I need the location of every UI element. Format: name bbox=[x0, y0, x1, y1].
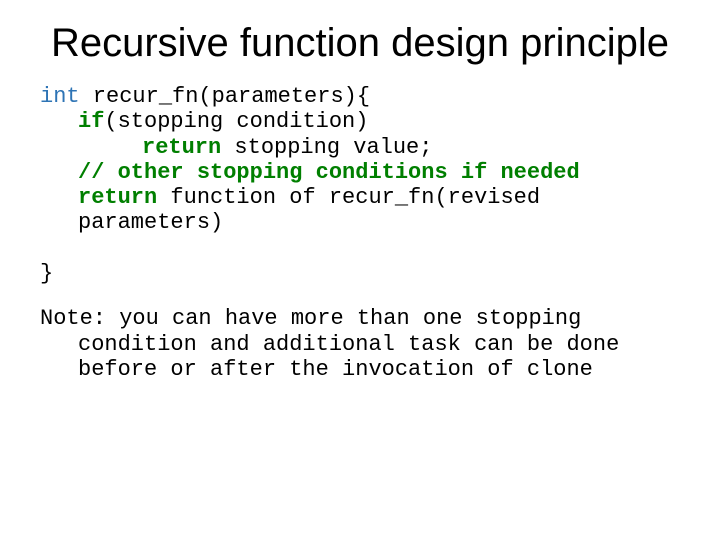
comment-text: // other stopping conditions if needed bbox=[78, 160, 580, 185]
keyword-return: return bbox=[142, 135, 221, 160]
code-block: int recur_fn(parameters){ if(stopping co… bbox=[40, 84, 680, 286]
keyword-return: return bbox=[78, 185, 157, 210]
code-text: recur_fn(parameters){ bbox=[80, 84, 370, 109]
note-block: Note: you can have more than one stoppin… bbox=[40, 306, 680, 382]
note-line: condition and additional task can be don… bbox=[40, 332, 680, 357]
keyword-if: if bbox=[78, 109, 104, 134]
code-text: function of recur_fn(revised bbox=[157, 185, 540, 210]
keyword-int: int bbox=[40, 84, 80, 109]
code-text: (stopping condition) bbox=[104, 109, 368, 134]
code-line-close: } bbox=[40, 261, 680, 286]
note-line: before or after the invocation of clone bbox=[40, 357, 680, 382]
note-line: Note: you can have more than one stoppin… bbox=[40, 306, 680, 331]
code-line-signature: int recur_fn(parameters){ bbox=[40, 84, 680, 109]
code-text: } bbox=[40, 261, 53, 286]
code-text: stopping value; bbox=[221, 135, 432, 160]
code-text: parameters) bbox=[78, 210, 223, 235]
slide-title: Recursive function design principle bbox=[40, 20, 680, 66]
code-line-return-recur: return function of recur_fn(revised bbox=[40, 185, 680, 210]
code-line-comment: // other stopping conditions if needed bbox=[40, 160, 680, 185]
code-line-return-stop: return stopping value; bbox=[40, 135, 680, 160]
code-line-if: if(stopping condition) bbox=[40, 109, 680, 134]
code-line-return-recur-cont: parameters) bbox=[40, 210, 680, 235]
code-line-blank bbox=[40, 236, 680, 261]
